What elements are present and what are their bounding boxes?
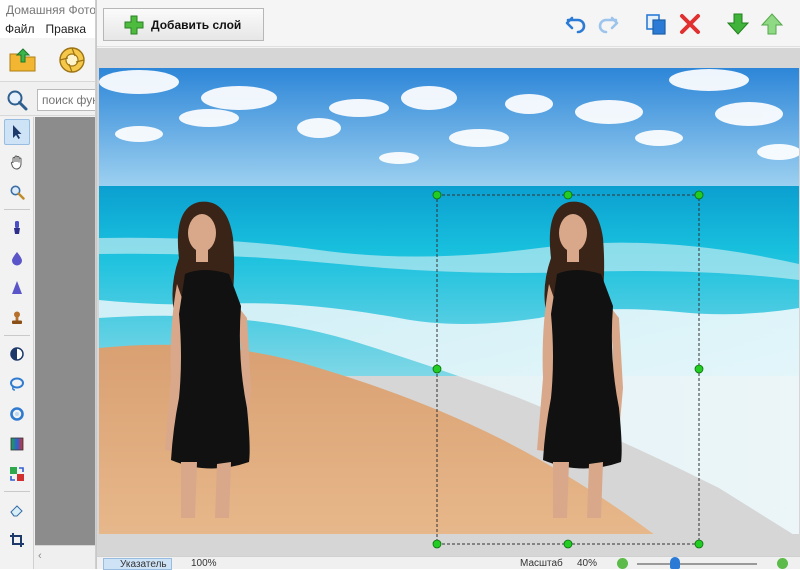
- duplicate-layer-button[interactable]: [643, 11, 669, 37]
- move-layer-up-button[interactable]: [759, 11, 785, 37]
- open-folder-button[interactable]: [5, 42, 41, 78]
- sharpen-cone-icon: [12, 281, 22, 294]
- redo-button[interactable]: [595, 11, 621, 37]
- pointer-mode-button[interactable]: Указатель: [103, 558, 172, 570]
- blur-tool[interactable]: [4, 245, 30, 271]
- handle-top-center[interactable]: [563, 190, 573, 200]
- stamp-tool[interactable]: [4, 305, 30, 331]
- copy-icon: [646, 14, 666, 35]
- gradient-tool[interactable]: [4, 431, 30, 457]
- app-title: Домашняя Фотостудия: [6, 3, 96, 17]
- selection-border: [436, 194, 700, 545]
- lasso-icon: [10, 377, 24, 391]
- delete-icon: [680, 14, 700, 34]
- tool-separator: [4, 491, 30, 492]
- scale-value: 40%: [577, 558, 598, 569]
- pointer-tool[interactable]: [4, 119, 30, 145]
- menu-bar: Файл Правка: [0, 20, 95, 38]
- ring-icon: [10, 407, 24, 421]
- move-up-icon: [760, 13, 784, 35]
- effects-button[interactable]: [54, 42, 90, 78]
- handle-top-right[interactable]: [694, 190, 704, 200]
- title-bar: Домашняя Фотостудия: [0, 0, 96, 20]
- hand-tool[interactable]: [4, 149, 30, 175]
- zoom-in-icon[interactable]: [777, 558, 788, 569]
- handle-middle-right[interactable]: [694, 364, 704, 374]
- pointer-mode-label: Указатель: [120, 559, 167, 570]
- blur-drop-icon: [12, 252, 22, 266]
- search-bar: [0, 84, 95, 116]
- canvas-area[interactable]: [97, 48, 800, 556]
- pointer-icon: [13, 125, 22, 139]
- tool-strip: [0, 117, 34, 569]
- menu-file[interactable]: Файл: [5, 22, 35, 36]
- aperture-icon: [59, 47, 85, 73]
- sharpen-tool[interactable]: [4, 275, 30, 301]
- lasso-tool[interactable]: [4, 371, 30, 397]
- zoom-tool[interactable]: [4, 179, 30, 205]
- delete-layer-button[interactable]: [677, 11, 703, 37]
- ring-tool[interactable]: [4, 401, 30, 427]
- move-layer-down-button[interactable]: [725, 11, 751, 37]
- layers-dialog: Добавить слой Указатель 100% Масштаб 40%: [96, 0, 800, 570]
- dialog-toolbar: Добавить слой: [97, 0, 800, 47]
- add-layer-label: Добавить слой: [151, 17, 242, 32]
- undo-button[interactable]: [563, 11, 589, 37]
- open-folder-icon: [9, 48, 36, 72]
- crop-icon: [10, 533, 24, 547]
- replace-color-icon: [10, 467, 24, 481]
- search-icon[interactable]: [6, 89, 28, 111]
- zoom-out-icon[interactable]: [617, 558, 628, 569]
- handle-bottom-right[interactable]: [694, 539, 704, 549]
- handle-top-left[interactable]: [432, 190, 442, 200]
- eraser-icon: [10, 505, 23, 517]
- tool-separator: [4, 335, 30, 336]
- dodge-icon: [10, 347, 24, 361]
- scroll-left-icon[interactable]: ‹: [38, 549, 52, 563]
- dodge-tool[interactable]: [4, 341, 30, 367]
- scale-label: Масштаб: [520, 558, 563, 569]
- brush-icon: [14, 221, 20, 234]
- redo-icon: [598, 16, 619, 34]
- move-down-icon: [726, 13, 750, 35]
- magnifier-icon: [10, 185, 25, 200]
- fit-zoom-label: 100%: [191, 558, 217, 569]
- workspace-backdrop: [35, 117, 95, 545]
- brush-tool[interactable]: [4, 215, 30, 241]
- selection-frame[interactable]: [97, 48, 800, 556]
- replace-color-tool[interactable]: [4, 461, 30, 487]
- main-window: Домашняя Фотостудия Файл Правка: [0, 0, 96, 569]
- eraser-tool[interactable]: [4, 497, 30, 523]
- handle-bottom-center[interactable]: [563, 539, 573, 549]
- crop-tool[interactable]: [4, 527, 30, 553]
- undo-icon: [565, 16, 586, 34]
- fit-zoom-button[interactable]: 100%: [191, 558, 217, 569]
- stamp-icon: [12, 311, 22, 324]
- plus-icon: [124, 15, 144, 34]
- add-layer-button[interactable]: Добавить слой: [103, 8, 264, 41]
- gradient-icon: [10, 437, 24, 451]
- handle-middle-left[interactable]: [432, 364, 442, 374]
- big-toolbar: [0, 38, 95, 82]
- tool-separator: [4, 209, 30, 210]
- status-bar: Указатель 100% Масштаб 40%: [97, 556, 800, 570]
- handle-bottom-left[interactable]: [432, 539, 442, 549]
- hand-icon: [10, 155, 22, 170]
- zoom-slider-thumb[interactable]: [670, 557, 680, 569]
- zoom-slider[interactable]: [637, 557, 757, 569]
- horizontal-scrollbar[interactable]: ‹: [35, 545, 95, 569]
- menu-edit[interactable]: Правка: [46, 22, 87, 36]
- search-input[interactable]: [37, 89, 95, 111]
